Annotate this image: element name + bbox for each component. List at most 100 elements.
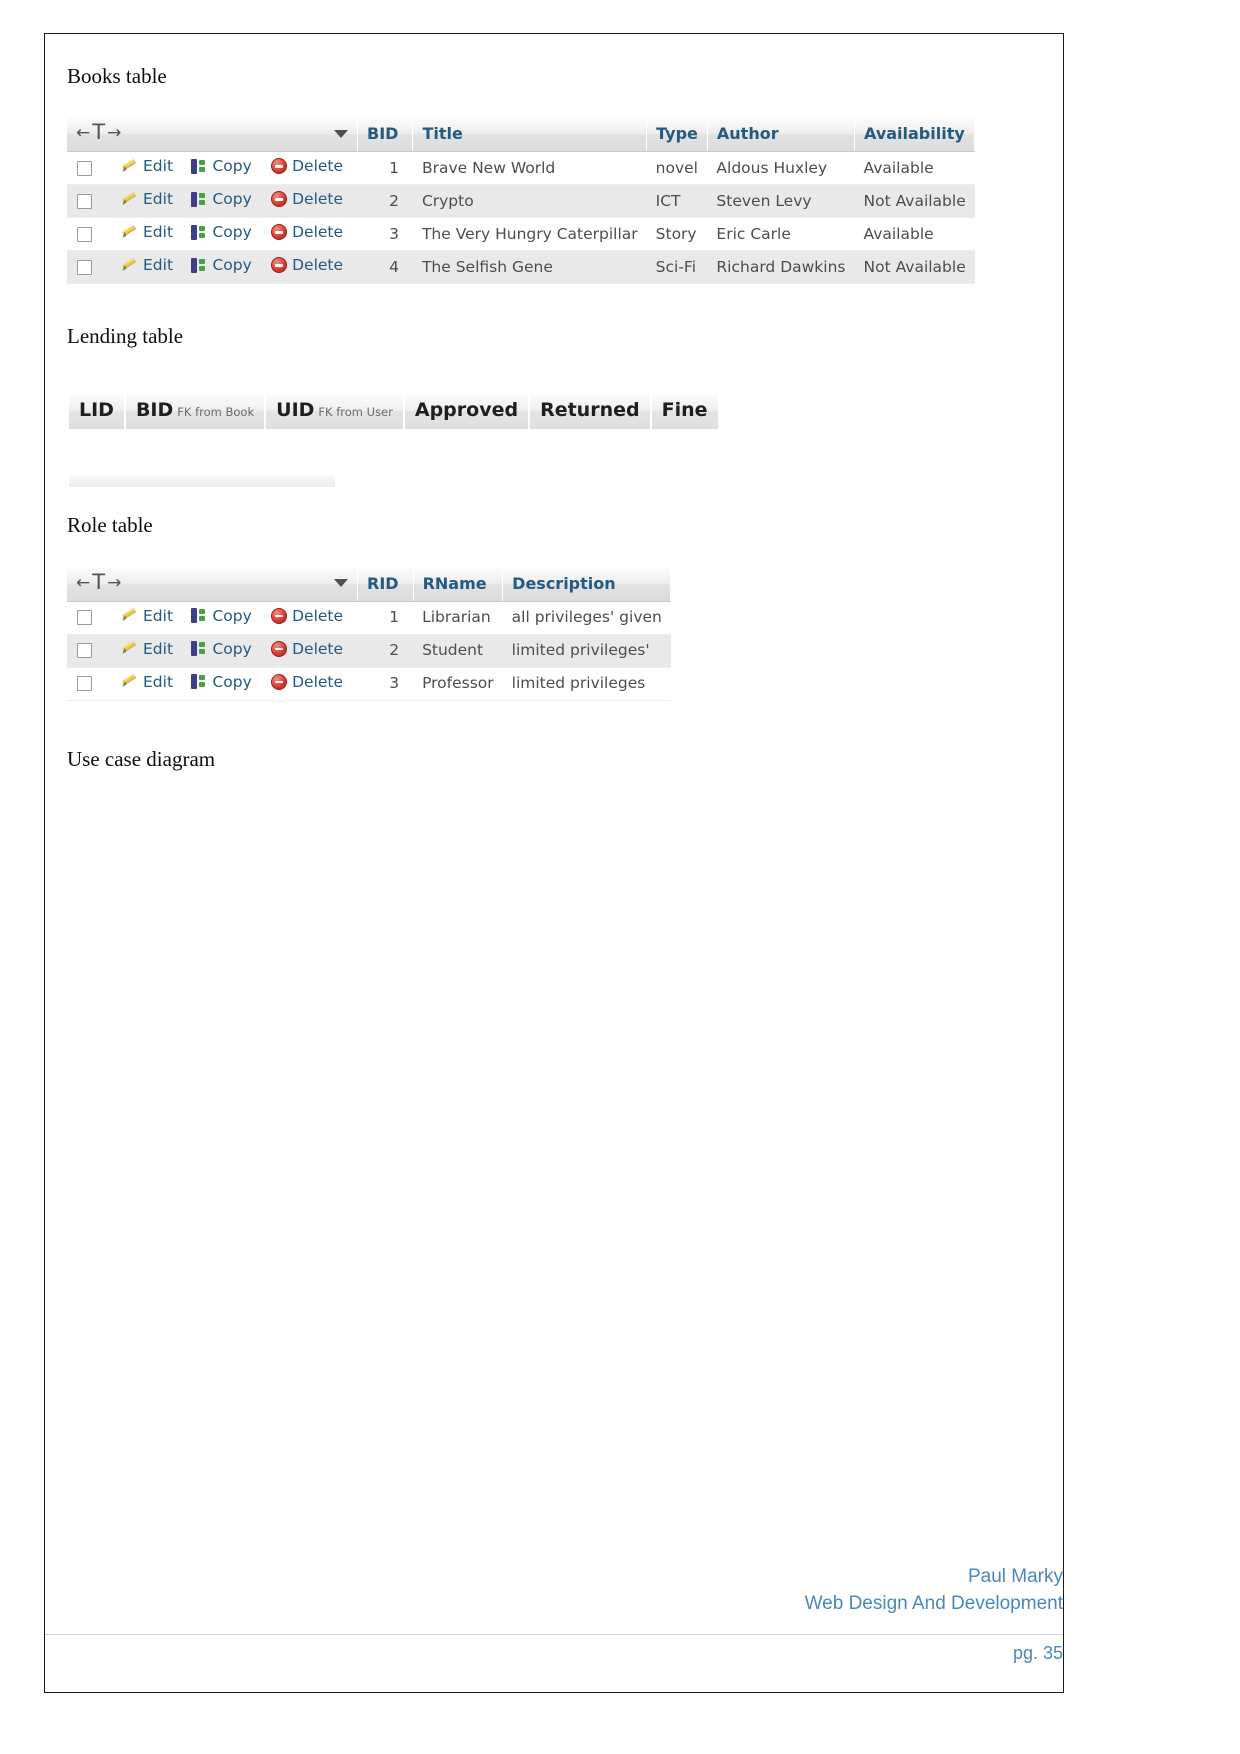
checkbox-icon[interactable] (77, 226, 92, 242)
pencil-icon (121, 159, 138, 174)
delete-action-cell[interactable]: Delete (265, 667, 358, 701)
edit-action-cell[interactable]: Edit (115, 601, 186, 635)
row-select-checkbox-cell[interactable] (67, 634, 115, 668)
cell-type: novel (646, 151, 708, 186)
role-nav-header[interactable]: ← T → (67, 566, 358, 602)
row-select-checkbox-cell[interactable] (67, 217, 115, 252)
books-col-availability[interactable]: Availability (854, 117, 976, 153)
delete-action-cell[interactable]: Delete (265, 217, 358, 252)
delete-link[interactable]: Delete (292, 607, 343, 625)
row-select-checkbox-cell[interactable] (67, 250, 115, 285)
row-select-checkbox-cell[interactable] (67, 667, 115, 701)
books-col-bid[interactable]: BID (357, 117, 414, 153)
delete-action-cell[interactable]: Delete (265, 250, 358, 285)
nav-right-arrow-icon[interactable]: → (107, 574, 121, 592)
nav-right-arrow-icon[interactable]: → (107, 125, 121, 142)
chevron-down-icon[interactable] (334, 579, 348, 588)
copy-link[interactable]: Copy (212, 640, 251, 658)
copy-link[interactable]: Copy (212, 673, 251, 691)
copy-link[interactable]: Copy (212, 190, 251, 208)
role-col-rid[interactable]: RID (357, 566, 414, 602)
copy-link[interactable]: Copy (212, 223, 251, 241)
nav-left-arrow-icon[interactable]: ← (76, 125, 90, 142)
lending-col-uid[interactable]: UID FK from User (266, 393, 403, 430)
copy-action-cell[interactable]: Copy (185, 667, 266, 701)
row-select-checkbox-cell[interactable] (67, 151, 115, 186)
delete-link[interactable]: Delete (292, 640, 343, 658)
copy-action-cell[interactable]: Copy (185, 601, 266, 635)
chevron-down-icon[interactable] (334, 129, 348, 138)
cell-author: Richard Dawkins (707, 250, 855, 285)
lending-table-empty-body (69, 475, 335, 488)
lending-col-approved[interactable]: Approved (404, 393, 529, 430)
delete-action-cell[interactable]: Delete (265, 184, 358, 219)
cell-rname: Librarian (413, 601, 503, 635)
delete-link[interactable]: Delete (292, 223, 343, 241)
role-col-rname[interactable]: RName (413, 566, 504, 602)
copy-link[interactable]: Copy (212, 256, 251, 274)
delete-link[interactable]: Delete (292, 256, 343, 274)
cell-availability: Not Available (854, 250, 975, 285)
edit-action-cell[interactable]: Edit (115, 217, 186, 252)
checkbox-icon[interactable] (77, 193, 92, 209)
lending-col-returned[interactable]: Returned (530, 393, 650, 430)
lending-col-approved-label: Approved (414, 399, 519, 422)
edit-action-cell[interactable]: Edit (115, 184, 186, 219)
books-nav-header[interactable]: ← T → (67, 117, 358, 153)
heading-use-case-diagram: Use case diagram (67, 746, 216, 771)
books-col-title[interactable]: Title (412, 117, 648, 153)
books-col-author[interactable]: Author (707, 117, 856, 153)
footer-divider (45, 1634, 1063, 1635)
edit-link[interactable]: Edit (143, 190, 173, 208)
copy-action-cell[interactable]: Copy (185, 217, 266, 252)
copy-link[interactable]: Copy (212, 157, 251, 175)
table-navigation-icon[interactable]: ← T → (76, 571, 121, 594)
footer-page-number: pg. 35 (1012, 1643, 1063, 1663)
copy-action-cell[interactable]: Copy (185, 151, 266, 186)
cell-author: Aldous Huxley (707, 151, 855, 186)
lending-col-lid[interactable]: LID (69, 393, 124, 430)
delete-link[interactable]: Delete (292, 190, 343, 208)
cell-availability: Available (854, 151, 975, 186)
checkbox-icon[interactable] (77, 610, 92, 626)
checkbox-icon[interactable] (77, 643, 92, 659)
delete-link[interactable]: Delete (292, 673, 343, 691)
checkbox-icon[interactable] (77, 160, 92, 176)
edit-link[interactable]: Edit (143, 673, 173, 691)
table-navigation-icon[interactable]: ← T → (76, 122, 121, 144)
lending-col-fine[interactable]: Fine (651, 393, 718, 430)
copy-link[interactable]: Copy (212, 607, 251, 625)
edit-action-cell[interactable]: Edit (115, 151, 186, 186)
table-row: Edit Copy Delete 1 Brave New World novel… (67, 151, 975, 186)
checkbox-icon[interactable] (77, 259, 92, 275)
edit-link[interactable]: Edit (143, 607, 173, 625)
copy-action-cell[interactable]: Copy (185, 634, 266, 668)
delete-link[interactable]: Delete (292, 157, 343, 175)
delete-action-cell[interactable]: Delete (265, 601, 358, 635)
pencil-icon (121, 608, 138, 623)
edit-action-cell[interactable]: Edit (115, 667, 186, 701)
pencil-icon (121, 641, 138, 656)
cell-type: Story (646, 217, 708, 252)
heading-lending-table: Lending table (67, 324, 184, 349)
edit-link[interactable]: Edit (143, 157, 173, 175)
books-col-type[interactable]: Type (646, 117, 708, 153)
checkbox-icon[interactable] (77, 676, 92, 692)
lending-col-bid[interactable]: BID FK from Book (125, 393, 265, 430)
edit-link[interactable]: Edit (143, 256, 173, 274)
edit-link[interactable]: Edit (143, 640, 173, 658)
edit-action-cell[interactable]: Edit (115, 250, 186, 285)
copy-action-cell[interactable]: Copy (185, 250, 266, 285)
edit-action-cell[interactable]: Edit (115, 634, 186, 668)
row-select-checkbox-cell[interactable] (67, 184, 115, 219)
cell-author: Steven Levy (707, 184, 855, 219)
row-select-checkbox-cell[interactable] (67, 601, 115, 635)
delete-action-cell[interactable]: Delete (265, 634, 358, 668)
delete-circle-icon (271, 607, 288, 624)
edit-link[interactable]: Edit (143, 223, 173, 241)
copy-action-cell[interactable]: Copy (185, 184, 266, 219)
nav-left-arrow-icon[interactable]: ← (76, 574, 90, 592)
role-col-description[interactable]: Description (502, 566, 672, 602)
delete-action-cell[interactable]: Delete (265, 151, 358, 186)
